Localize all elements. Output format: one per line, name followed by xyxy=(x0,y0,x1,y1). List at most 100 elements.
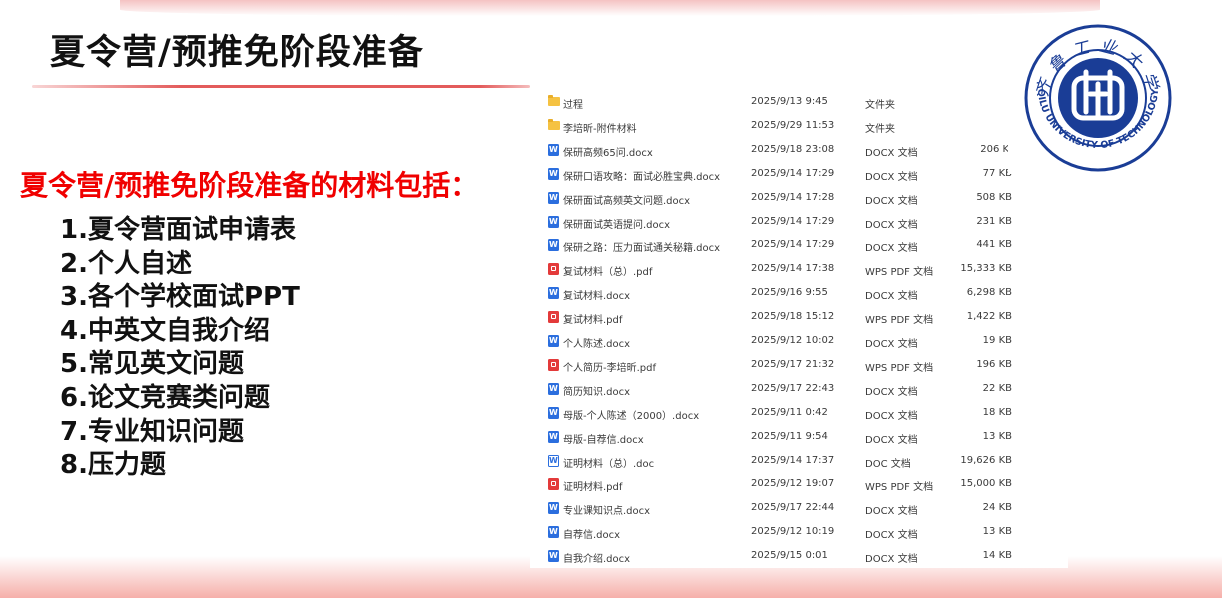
file-name: 母版-自荐信.docx xyxy=(563,434,644,446)
file-type: WPS PDF 文档 xyxy=(865,315,934,327)
folder-icon xyxy=(548,95,560,106)
file-name: 证明材料.pdf xyxy=(563,482,623,494)
file-size: 15,000 KB xyxy=(960,478,1012,490)
file-date: 2025/9/12 10:19 xyxy=(751,526,835,538)
file-type: DOCX 文档 xyxy=(865,195,918,207)
pdf-icon xyxy=(548,311,559,324)
file-name: 母版-个人陈述（2000）.docx xyxy=(563,410,700,422)
file-type: DOCX 文档 xyxy=(865,410,918,422)
file-size: 6,298 KB xyxy=(966,287,1012,299)
file-row: 专业课知识点.docx 2025/9/17 22:44 DOCX 文档 24 KB xyxy=(530,496,1068,520)
file-name: 自我介绍.docx xyxy=(563,554,631,566)
docx-icon xyxy=(548,550,559,563)
pdf-icon xyxy=(548,263,559,276)
file-size: 441 KB xyxy=(976,239,1012,251)
doc-icon xyxy=(548,454,559,467)
file-type: DOCX 文档 xyxy=(865,506,918,518)
file-date: 2025/9/17 22:44 xyxy=(751,502,835,514)
file-row: 证明材料（总）.doc 2025/9/14 17:37 DOC 文档 19,626 K… xyxy=(530,449,1068,473)
file-date: 2025/9/18 15:12 xyxy=(751,311,835,323)
file-row: 自荐信.docx 2025/9/12 10:19 DOCX 文档 13 KB xyxy=(530,520,1068,544)
file-type: DOCX 文档 xyxy=(865,243,918,255)
file-type: DOCX 文档 xyxy=(865,434,918,446)
file-row: 个人简历-李培昕.pdf 2025/9/17 21:32 WPS PDF 文档 196… xyxy=(530,353,1068,377)
file-name: 个人陈述.docx xyxy=(563,339,631,350)
file-type: WPS PDF 文档 xyxy=(865,267,934,279)
file-type: DOC 文档 xyxy=(865,458,911,470)
docx-icon xyxy=(548,335,559,347)
file-type: WPS PDF 文档 xyxy=(865,362,934,374)
materials-list-item: 3.各个学校面试PPT xyxy=(60,282,300,313)
university-logo: 齐鲁工业大学 QILU UNIVERSITY OF TECHNOLOGY xyxy=(1008,24,1186,174)
docx-icon xyxy=(548,526,559,539)
file-row: 证明材料.pdf 2025/9/12 19:07 WPS PDF 文档 15,000 … xyxy=(530,472,1068,496)
file-size: 13 KB xyxy=(982,430,1012,442)
file-name: 个人简历-李培昕.pdf xyxy=(563,362,657,374)
file-name: 李培昕-附件材料 xyxy=(563,123,637,135)
materials-list-item: 2.个人自述 xyxy=(60,248,192,279)
file-date: 2025/9/29 11:53 xyxy=(751,119,835,131)
file-row: 保研高频65问.docx2025/9/18 23:08DOCX 文档206 KI xyxy=(530,138,1068,162)
file-row: 李培昕-附件材料 2025/9/29 11:53 文件夹 xyxy=(530,114,1068,138)
docx-icon xyxy=(548,287,559,300)
pdf-icon xyxy=(548,478,559,491)
file-row: 保研面试高频英文问题.docx 2025/9/14 17:28 DOCX 文档 508… xyxy=(530,186,1068,210)
materials-list-item: 7.专业知识问题 xyxy=(60,416,244,447)
file-type: DOCX 文档 xyxy=(865,291,918,303)
materials-list: 1.夏令营面试申请表 2.个人自述 3.各个学校面试PPT 4.中英文自我介绍 … xyxy=(60,214,300,483)
file-name: 自荐信.docx xyxy=(563,530,621,542)
file-name: 保研口语攻略：面试必胜宝典.docx xyxy=(563,171,721,183)
docx-icon xyxy=(548,406,559,419)
docx-icon xyxy=(548,143,559,156)
file-type: 文件夹 xyxy=(865,100,895,111)
file-date: 2025/9/11 9:54 xyxy=(751,430,828,442)
file-row: 保研面试英语提问.docx 2025/9/14 17:29 DOCX 文档 231 K… xyxy=(530,210,1068,234)
materials-list-item: 6.论文竞赛类问题 xyxy=(60,382,270,413)
file-name: 保研面试英语提问.docx xyxy=(563,219,671,231)
file-name: 保研高频65问.docx xyxy=(563,147,653,159)
file-size: 508 KB xyxy=(976,191,1012,203)
file-row: 自我介绍.docx 2025/9/15 0:01 DOCX 文档 14 KB xyxy=(530,544,1068,568)
file-size: 13 KB xyxy=(982,526,1012,538)
docx-icon xyxy=(548,502,559,515)
file-type: DOCX 文档 xyxy=(865,171,918,183)
file-row: 母版-个人陈述（2000）.docx 2025/9/11 0:42 DOCX 文档 1… xyxy=(530,401,1068,425)
file-date: 2025/9/17 22:43 xyxy=(751,382,835,394)
file-size: 15,333 KB xyxy=(960,263,1012,275)
file-row: 复试材料（总）.pdf 2025/9/14 17:38 WPS PDF 文档 15,3… xyxy=(530,257,1068,281)
file-date: 2025/9/14 17:29 xyxy=(751,167,835,179)
file-type: 文件夹 xyxy=(865,123,895,135)
file-date: 2025/9/16 9:55 xyxy=(751,287,828,299)
docx-icon xyxy=(548,167,559,180)
file-row: 复试材料.pdf 2025/9/18 15:12 WPS PDF 文档 1,422 K… xyxy=(530,305,1068,329)
slide-subtitle: 夏令营/预推免阶段准备的材料包括： xyxy=(20,169,479,202)
docx-icon xyxy=(548,239,559,252)
file-size: 18 KB xyxy=(982,406,1012,418)
file-row: 母版-自荐信.docx 2025/9/11 9:54 DOCX 文档 13 KB xyxy=(530,425,1068,449)
top-glow-decoration xyxy=(120,0,1100,16)
file-date: 2025/9/14 17:29 xyxy=(751,215,835,227)
docx-icon xyxy=(548,191,559,204)
file-type: DOCX 文档 xyxy=(865,554,918,566)
file-date: 2025/9/18 23:08 xyxy=(751,143,835,155)
docx-icon xyxy=(548,382,559,395)
file-type: DOCX 文档 xyxy=(865,219,918,231)
file-size: 1,422 KB xyxy=(966,311,1012,323)
materials-list-item: 8.压力题 xyxy=(60,450,166,481)
file-date: 2025/9/14 17:37 xyxy=(751,454,835,466)
materials-list-item: 1.夏令营面试申请表 xyxy=(60,215,296,245)
file-date: 2025/9/11 0:42 xyxy=(751,406,828,418)
file-name: 复试材料（总）.pdf xyxy=(563,267,653,279)
file-name: 证明材料（总）.doc xyxy=(563,458,655,470)
file-date: 2025/9/15 0:01 xyxy=(751,550,828,562)
file-date: 2025/9/12 19:07 xyxy=(751,478,835,490)
title-divider xyxy=(32,85,530,88)
file-row: 简历知识.docx 2025/9/17 22:43 DOCX 文档 22 KB xyxy=(530,377,1068,401)
file-row: 过程 2025/9/13 9:45 文件夹 xyxy=(530,90,1068,114)
file-type: DOCX 文档 xyxy=(865,530,918,542)
file-name: 保研之路：压力面试通关秘籍.docx xyxy=(563,243,721,255)
file-row: 复试材料.docx 2025/9/16 9:55 DOCX 文档 6,298 KB xyxy=(530,281,1068,305)
file-type: DOCX 文档 xyxy=(865,147,918,159)
file-date: 2025/9/14 17:29 xyxy=(751,239,835,251)
file-type: DOCX 文档 xyxy=(865,339,918,350)
